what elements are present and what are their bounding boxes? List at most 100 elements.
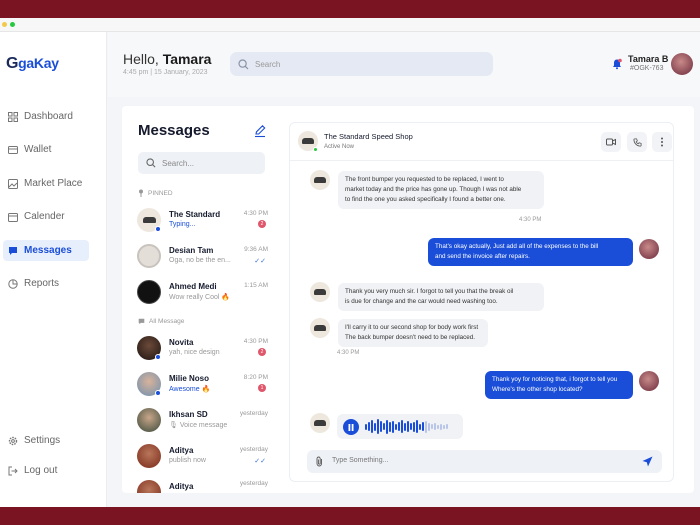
avatar xyxy=(639,371,659,391)
gear-icon xyxy=(8,436,18,446)
message-preview: Wow really Cool 🔥 xyxy=(169,294,231,301)
phone-icon xyxy=(632,137,642,147)
message-time: 4:30 PM xyxy=(243,338,268,345)
list-item[interactable]: Ikhsan SD 🎙 Voice message yesterday xyxy=(137,406,272,436)
logout-icon xyxy=(8,466,18,476)
compose-icon[interactable] xyxy=(253,124,267,138)
online-indicator xyxy=(155,390,161,396)
list-item[interactable]: Aditya publish now yesterday ✓✓ xyxy=(137,442,272,472)
unread-badge: 2 xyxy=(258,220,266,228)
message-preview: Typing... xyxy=(169,221,196,228)
message-time: 1:15 AM xyxy=(244,282,268,289)
message-preview: Awesome 🔥 xyxy=(169,386,211,393)
pause-button[interactable] xyxy=(343,419,359,435)
list-item[interactable]: Aditya yesterday xyxy=(137,478,272,493)
message-time: 4:30 PM xyxy=(519,217,542,223)
search-placeholder: Search xyxy=(255,59,281,69)
user-name: Tamara B xyxy=(628,54,669,64)
sidebar-item-dashboard[interactable]: Dashboard xyxy=(3,106,89,127)
sidebar-item-calender[interactable]: Calender xyxy=(3,206,89,227)
message-placeholder: Type Something... xyxy=(332,457,389,464)
message-icon xyxy=(138,318,145,325)
waveform-bar xyxy=(437,424,439,429)
chat-header: The Standard Speed Shop Active Now xyxy=(290,123,673,161)
list-item[interactable]: Desian Tam Oga, no be the en... 9:36 AM … xyxy=(137,242,272,272)
waveform-bar xyxy=(380,421,382,432)
message-time: yesterday xyxy=(239,446,268,453)
avatar xyxy=(137,480,161,493)
audio-waveform xyxy=(365,418,448,435)
waveform-bar xyxy=(440,423,442,430)
list-item[interactable]: Milie Noso Awesome 🔥 8:20 PM 1 xyxy=(137,370,272,400)
online-indicator xyxy=(155,226,161,232)
chat-window: The Standard Speed Shop Active Now The f… xyxy=(289,122,674,482)
message-time: yesterday xyxy=(239,410,268,417)
list-item[interactable]: Ahmed Medi Wow really Cool 🔥 1:15 AM xyxy=(137,278,272,308)
more-options-button[interactable] xyxy=(652,132,672,152)
minimize-dot[interactable] xyxy=(2,22,7,27)
waveform-bar xyxy=(395,423,397,430)
message-preview: publish now xyxy=(169,457,206,464)
page-title: Messages xyxy=(138,122,210,139)
greeting: Hello, Tamara xyxy=(123,51,212,67)
message-preview: Oga, no be the en... xyxy=(169,257,231,264)
user-id: #OGK-763 xyxy=(630,65,664,72)
chat-contact-name: The Standard Speed Shop xyxy=(324,132,413,141)
top-frame xyxy=(0,0,700,18)
waveform-bar xyxy=(413,421,415,432)
outgoing-message: Thank yoy for noticing that, i forgot to… xyxy=(485,371,633,399)
voice-call-button[interactable] xyxy=(627,132,647,152)
waveform-bar xyxy=(443,424,445,429)
user-avatar[interactable] xyxy=(671,53,693,75)
incoming-message: I'll carry it to our second shop for bod… xyxy=(338,319,488,347)
bottom-frame xyxy=(0,507,700,525)
message-input[interactable]: Type Something... xyxy=(307,450,662,473)
waveform-bar xyxy=(368,422,370,431)
sidebar-item-settings[interactable]: Settings xyxy=(3,430,89,451)
send-icon[interactable] xyxy=(642,456,653,467)
top-header: Hello, Tamara 4:45 pm | 15 January, 2023… xyxy=(108,32,700,97)
search-icon xyxy=(146,158,156,168)
avatar xyxy=(310,170,330,190)
message-time: 4:30 PM xyxy=(243,210,268,217)
message-search-input[interactable]: Search... xyxy=(138,152,265,174)
waveform-bar xyxy=(407,421,409,432)
avatar xyxy=(137,244,161,268)
message-time: 8:20 PM xyxy=(243,374,268,381)
message-time: 9:36 AM xyxy=(244,246,268,253)
list-item[interactable]: The Standard Typing... 4:30 PM 2 xyxy=(137,206,272,236)
global-search-input[interactable]: Search xyxy=(230,52,493,76)
list-item[interactable]: Novita yah, nice design 4:30 PM 2 xyxy=(137,334,272,364)
online-indicator xyxy=(155,354,161,360)
video-call-button[interactable] xyxy=(601,132,621,152)
sidebar-item-label: Reports xyxy=(24,278,60,289)
image-icon xyxy=(8,178,18,189)
pin-icon xyxy=(139,189,143,197)
maximize-dot[interactable] xyxy=(10,22,15,27)
notification-bell-icon[interactable] xyxy=(611,58,623,70)
sidebar-item-wallet[interactable]: Wallet xyxy=(3,139,89,160)
avatar xyxy=(639,239,659,259)
sidebar-item-label: Calender xyxy=(24,211,65,222)
waveform-bar xyxy=(401,420,403,433)
contact-name: Aditya xyxy=(169,482,194,491)
pinned-section-label: PINNED xyxy=(138,189,173,197)
waveform-bar xyxy=(410,423,412,430)
avatar xyxy=(310,318,330,338)
waveform-bar xyxy=(398,422,400,431)
message-time: 4:30 PM xyxy=(337,350,360,356)
title-bar xyxy=(0,18,700,32)
sidebar-item-reports[interactable]: Reports xyxy=(3,273,89,294)
contact-name: The Standard xyxy=(169,210,221,219)
sidebar-item-messages[interactable]: Messages xyxy=(3,240,89,261)
sidebar-item-market-place[interactable]: Market Place xyxy=(3,173,89,194)
paperclip-icon[interactable] xyxy=(315,456,324,467)
sidebar-item-label: Wallet xyxy=(24,144,52,155)
waveform-bar xyxy=(389,421,391,432)
sidebar-item-log-out[interactable]: Log out xyxy=(3,460,89,481)
waveform-bar xyxy=(383,423,385,430)
contact-name: Novita xyxy=(169,338,194,347)
incoming-message: The front bumper you requested to be rep… xyxy=(338,171,544,209)
waveform-bar xyxy=(419,423,421,430)
chat-status: Active Now xyxy=(324,144,355,150)
